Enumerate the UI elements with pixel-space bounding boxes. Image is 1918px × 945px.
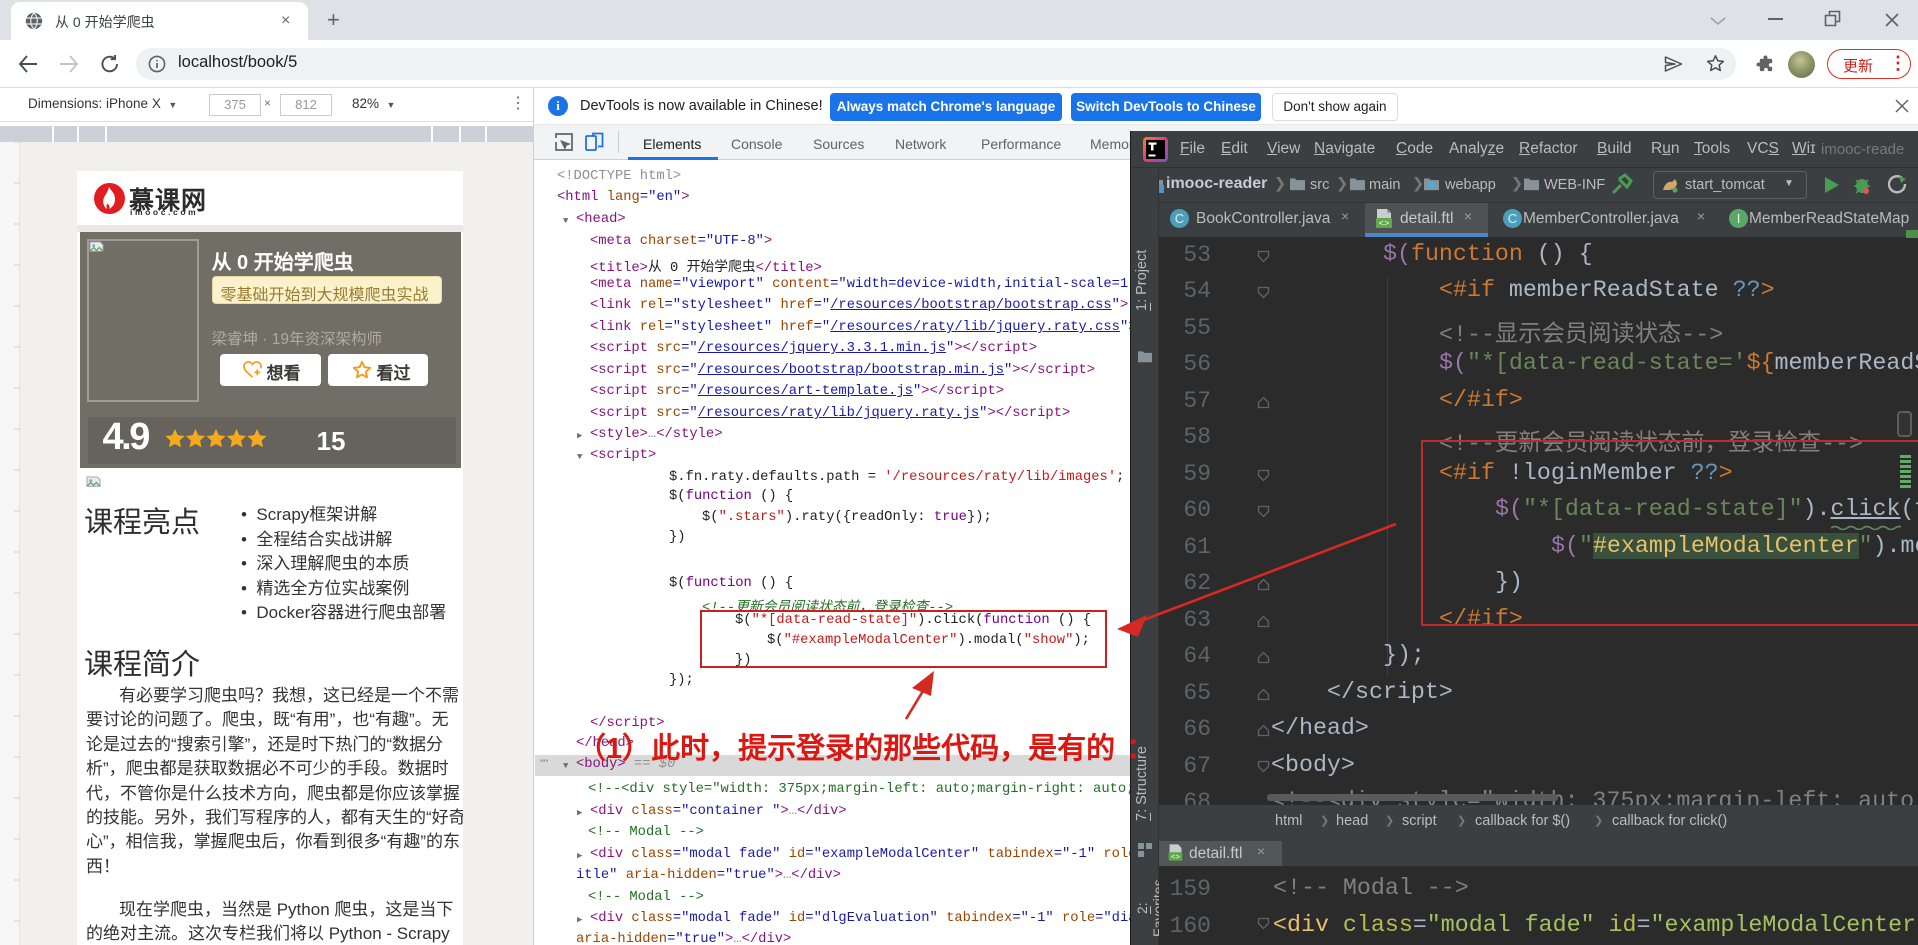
- svg-text:<>: <>: [1379, 219, 1390, 229]
- svg-text:<>: <>: [1171, 854, 1181, 862]
